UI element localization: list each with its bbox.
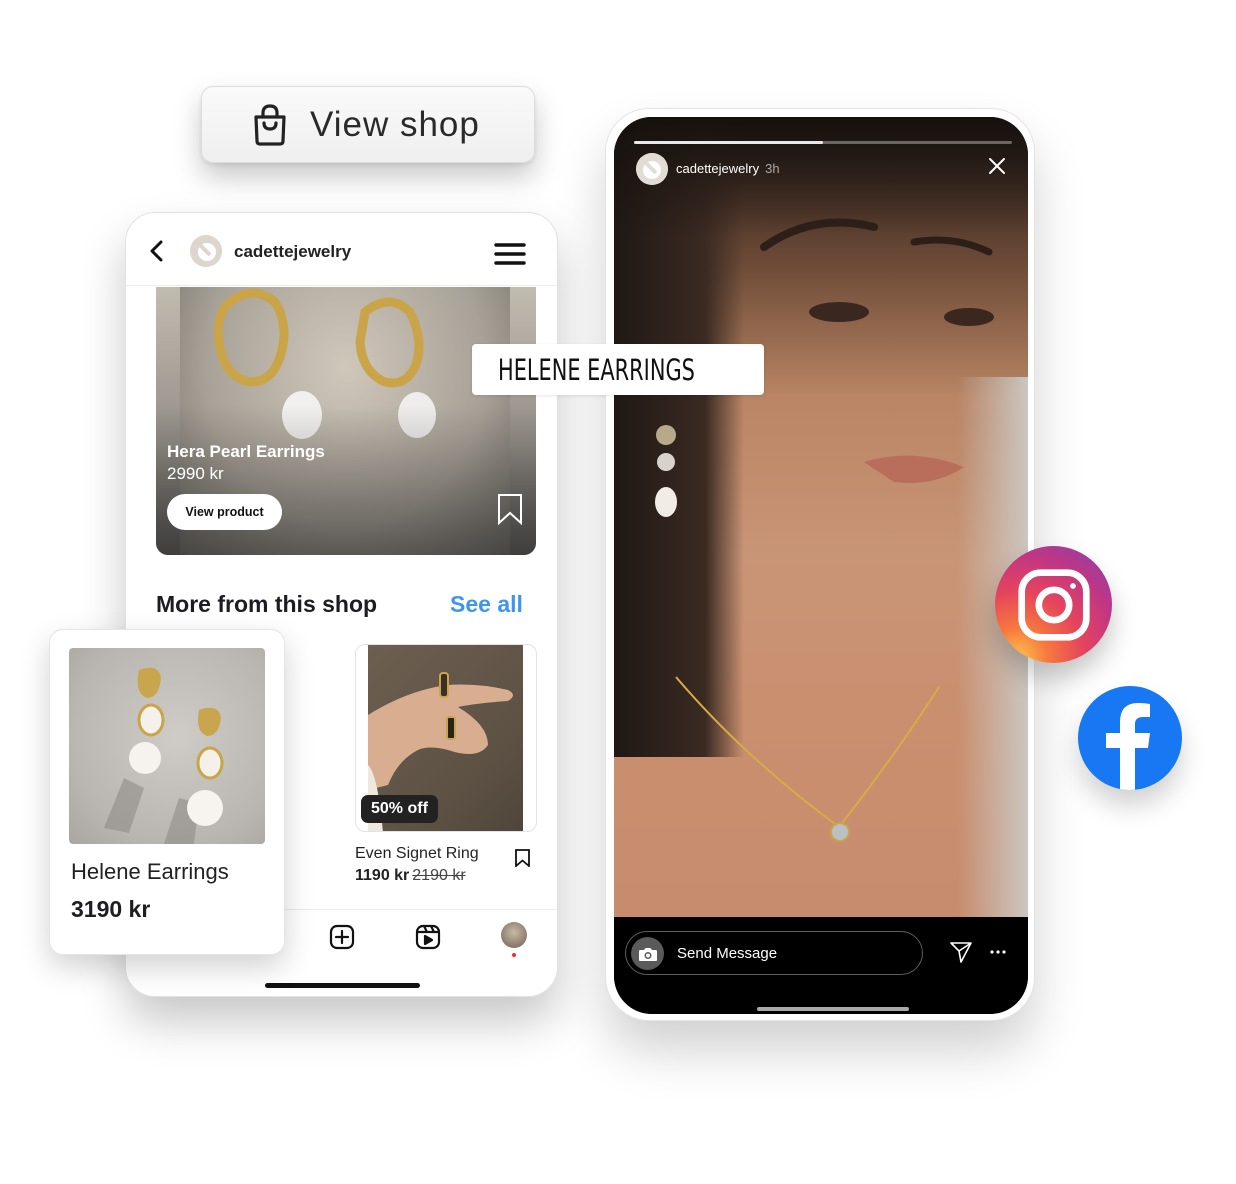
send-message-placeholder: Send Message [677, 945, 778, 962]
ring-product-price: 1190 kr 2190 kr [355, 867, 466, 884]
story-username[interactable]: cadettejewelry 3h [676, 161, 780, 176]
shopping-bag-icon [254, 103, 286, 146]
story-time: 3h [765, 161, 780, 176]
instagram-icon[interactable] [995, 546, 1112, 663]
story-image [614, 117, 1028, 917]
shop-username[interactable]: cadettejewelry [234, 242, 351, 262]
featured-product-name: Hera Pearl Earrings [167, 442, 325, 461]
view-shop-label: View shop [310, 104, 480, 144]
product-card-helene[interactable]: Helene Earrings 3190 kr [49, 629, 285, 955]
more-horizontal-icon[interactable] [990, 950, 1006, 954]
notification-dot [512, 953, 516, 957]
camera-icon[interactable] [631, 937, 664, 970]
more-from-shop-title: More from this shop [156, 591, 378, 617]
discount-badge: 50% off [361, 795, 438, 823]
chevron-left-icon[interactable] [148, 239, 166, 263]
home-indicator [265, 983, 420, 988]
product-sticker-label: HELENE EARRINGS [498, 352, 695, 387]
story-avatar[interactable] [636, 153, 668, 185]
featured-product-card[interactable]: Hera Pearl Earrings 2990 kr View product [156, 287, 536, 555]
product-sticker[interactable]: HELENE EARRINGS [472, 344, 764, 395]
plus-square-icon[interactable] [329, 924, 355, 950]
helene-product-name: Helene Earrings [71, 859, 229, 884]
bookmark-icon[interactable] [515, 849, 530, 867]
story-progress-bar [634, 141, 823, 144]
home-indicator [757, 1007, 909, 1011]
helene-product-image [69, 648, 265, 844]
profile-avatar[interactable] [501, 922, 527, 948]
product-card-ring[interactable]: 50% off [355, 644, 537, 832]
see-all-link[interactable]: See all [450, 591, 523, 618]
bookmark-icon[interactable] [497, 493, 523, 525]
facebook-icon[interactable] [1078, 686, 1182, 790]
story-phone: cadettejewelry 3h Send Message [605, 108, 1035, 1021]
close-icon[interactable] [988, 157, 1006, 175]
reels-icon[interactable] [415, 924, 441, 950]
ring-old-price: 2190 kr [412, 867, 466, 884]
story-view: cadettejewelry 3h Send Message [614, 117, 1028, 1014]
shop-header: cadettejewelry [126, 213, 557, 286]
shop-avatar[interactable] [190, 235, 222, 267]
view-product-button[interactable]: View product [167, 494, 282, 530]
helene-product-price: 3190 kr [71, 896, 151, 922]
featured-product-price: 2990 kr [167, 464, 224, 483]
view-shop-button[interactable]: View shop [201, 86, 535, 163]
send-icon[interactable] [950, 941, 972, 963]
hamburger-menu-icon[interactable] [494, 242, 526, 266]
ring-product-name: Even Signet Ring [355, 845, 479, 862]
send-message-input[interactable]: Send Message [625, 931, 923, 975]
